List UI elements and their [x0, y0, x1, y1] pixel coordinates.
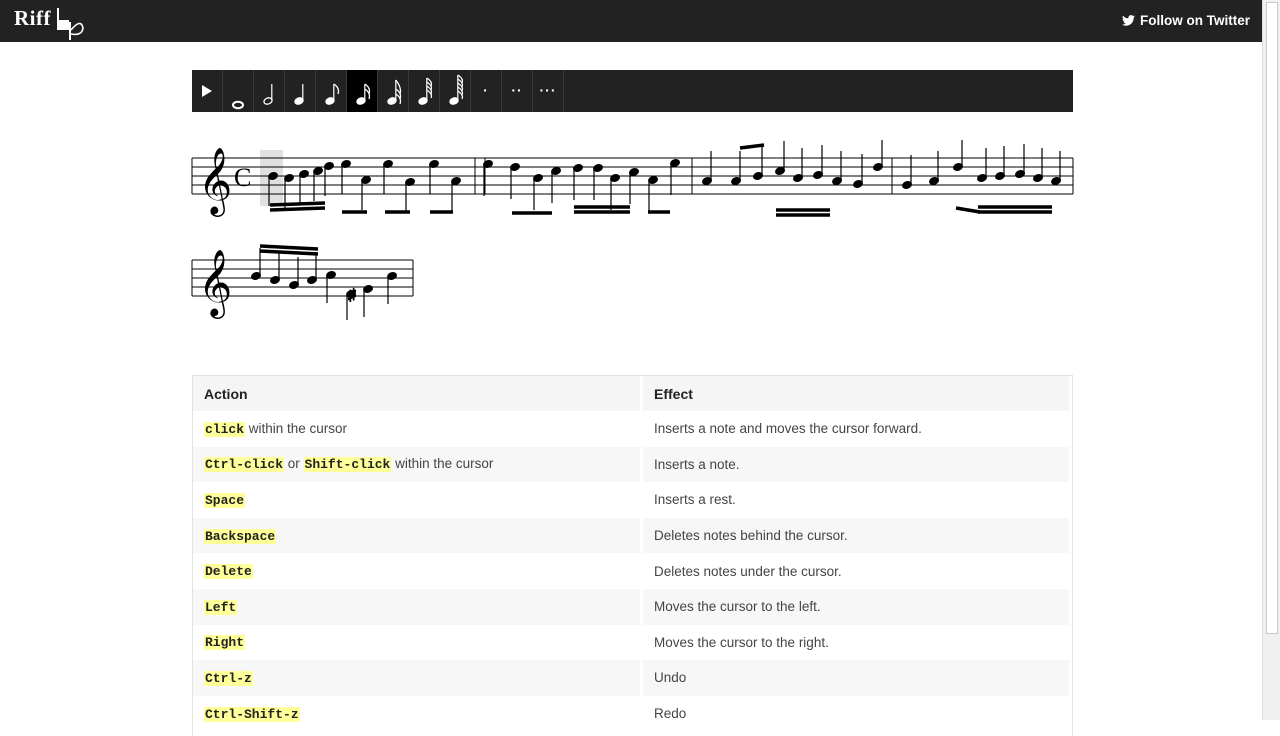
action-cell: Ctrl-Shift-z	[193, 695, 643, 732]
follow-twitter-link[interactable]: Follow on Twitter	[1122, 13, 1250, 28]
action-cell: Ctrl-z	[193, 660, 643, 696]
action-cell: Right	[193, 624, 643, 661]
effect-cell: Redo	[641, 695, 1072, 732]
whole-note-button[interactable]	[223, 70, 254, 112]
note-beam	[739, 143, 765, 150]
effect-cell: Moves the cursor to the right.	[641, 624, 1072, 661]
sixty-fourth-note-button[interactable]	[409, 70, 440, 112]
effect-cell: Undo	[641, 660, 1072, 696]
column-header-effect: Effect	[641, 376, 1072, 411]
music-score[interactable]: 𝄞 C 𝄞 ♯	[190, 140, 1080, 320]
brand-logo-text[interactable]: Riff	[14, 6, 51, 31]
sixteenth-note-button[interactable]	[347, 70, 378, 112]
key-label: Ctrl-Shift-z	[204, 706, 300, 722]
key-label: Right	[204, 635, 246, 651]
key-label: Ctrl-click	[204, 457, 285, 473]
table-row: Delete Deletes notes under the cursor.	[193, 553, 1072, 589]
table-row: Right Moves the cursor to the right.	[193, 624, 1072, 661]
triple-dot-button[interactable]: ···	[533, 70, 564, 112]
thirty-second-note-button[interactable]	[378, 70, 409, 112]
staff-1-notes	[268, 140, 1061, 217]
note-beam	[269, 201, 326, 207]
sixty-fourth-note-icon	[418, 77, 433, 105]
key-label: Shift-click	[303, 457, 392, 473]
shortcuts-table: Action Effect click within the cursor Ins…	[192, 375, 1073, 736]
play-button[interactable]	[192, 70, 223, 112]
eighth-note-icon	[325, 83, 340, 105]
quarter-note-button[interactable]	[285, 70, 316, 112]
hundred-twenty-eighth-note-icon	[449, 74, 464, 105]
table-row: Ctrl-Shift-z Redo	[193, 695, 1072, 732]
whole-note-icon	[232, 100, 244, 110]
quarter-note-icon	[294, 84, 304, 105]
action-suffix: within the cursor	[391, 456, 494, 472]
action-suffix: within the cursor	[245, 420, 348, 436]
triple-dot-icon: ···	[539, 82, 557, 98]
table-row: Backspace Deletes notes behind the cursor…	[193, 517, 1072, 554]
double-dot-icon: ··	[511, 82, 523, 98]
action-cell: click within the cursor	[193, 411, 643, 447]
treble-clef-icon: 𝄞	[198, 248, 232, 319]
key-label: click	[204, 421, 246, 437]
twitter-link-label: Follow on Twitter	[1140, 13, 1250, 28]
eighth-note-button[interactable]	[316, 70, 347, 112]
note-beam	[259, 249, 319, 256]
staff-2-notes: ♯	[251, 244, 397, 320]
action-cell: Delete	[193, 553, 643, 589]
key-label: Backspace	[204, 528, 277, 544]
dot-button[interactable]: ·	[471, 70, 502, 112]
twitter-icon	[1122, 15, 1136, 26]
effect-cell: Deletes notes behind the cursor.	[641, 517, 1072, 554]
sharp-icon: ♯	[348, 287, 356, 304]
key-label: Space	[204, 492, 246, 508]
half-note-icon	[263, 84, 273, 105]
effect-cell: Moves the cursor to the left.	[641, 588, 1072, 625]
action-connector: or	[284, 456, 304, 472]
note-beam	[955, 206, 981, 214]
action-cell: Ctrl-click or Shift-click within the cur…	[193, 446, 643, 483]
treble-clef-icon: 𝄞	[198, 146, 232, 217]
note-beam	[269, 206, 326, 212]
effect-cell: Inserts a rest.	[641, 482, 1072, 518]
top-navbar: Riff Follow on Twitter	[0, 0, 1280, 42]
effect-cell: Inserts a note and moves the cursor forw…	[641, 411, 1072, 447]
play-icon	[202, 85, 212, 97]
table-row: Left Moves the cursor to the left.	[193, 588, 1072, 625]
table-row: Ctrl-click or Shift-click within the cur…	[193, 446, 1072, 483]
effect-cell: Inserts a note.	[641, 446, 1072, 483]
effect-cell: Deletes notes under the cursor.	[641, 553, 1072, 589]
hundred-twenty-eighth-note-button[interactable]	[440, 70, 471, 112]
thirty-second-note-icon	[387, 79, 402, 105]
table-row: click within the cursor Inserts a note an…	[193, 411, 1072, 447]
action-cell: Left	[193, 588, 643, 625]
action-cell: Space	[193, 482, 643, 518]
column-header-action: Action	[193, 376, 643, 411]
key-label: Ctrl-z	[204, 670, 253, 686]
note-toolbar: · ·· ···	[192, 70, 1073, 112]
staff-system-1	[191, 157, 1074, 195]
vertical-scrollbar[interactable]	[1262, 0, 1280, 720]
brand-note-icon	[57, 8, 84, 40]
table-row: Ctrl-z Undo	[193, 660, 1072, 696]
table-row: Space Inserts a rest.	[193, 482, 1072, 518]
sixteenth-note-icon	[356, 83, 371, 105]
double-dot-button[interactable]: ··	[502, 70, 533, 112]
half-note-button[interactable]	[254, 70, 285, 112]
scrollbar-thumb[interactable]	[1266, 2, 1278, 634]
note-beam	[259, 244, 319, 251]
key-label: Left	[204, 599, 238, 615]
action-cell: Backspace	[193, 517, 643, 554]
time-signature: C	[234, 163, 251, 192]
dot-icon: ·	[483, 82, 489, 98]
key-label: Delete	[204, 564, 253, 580]
